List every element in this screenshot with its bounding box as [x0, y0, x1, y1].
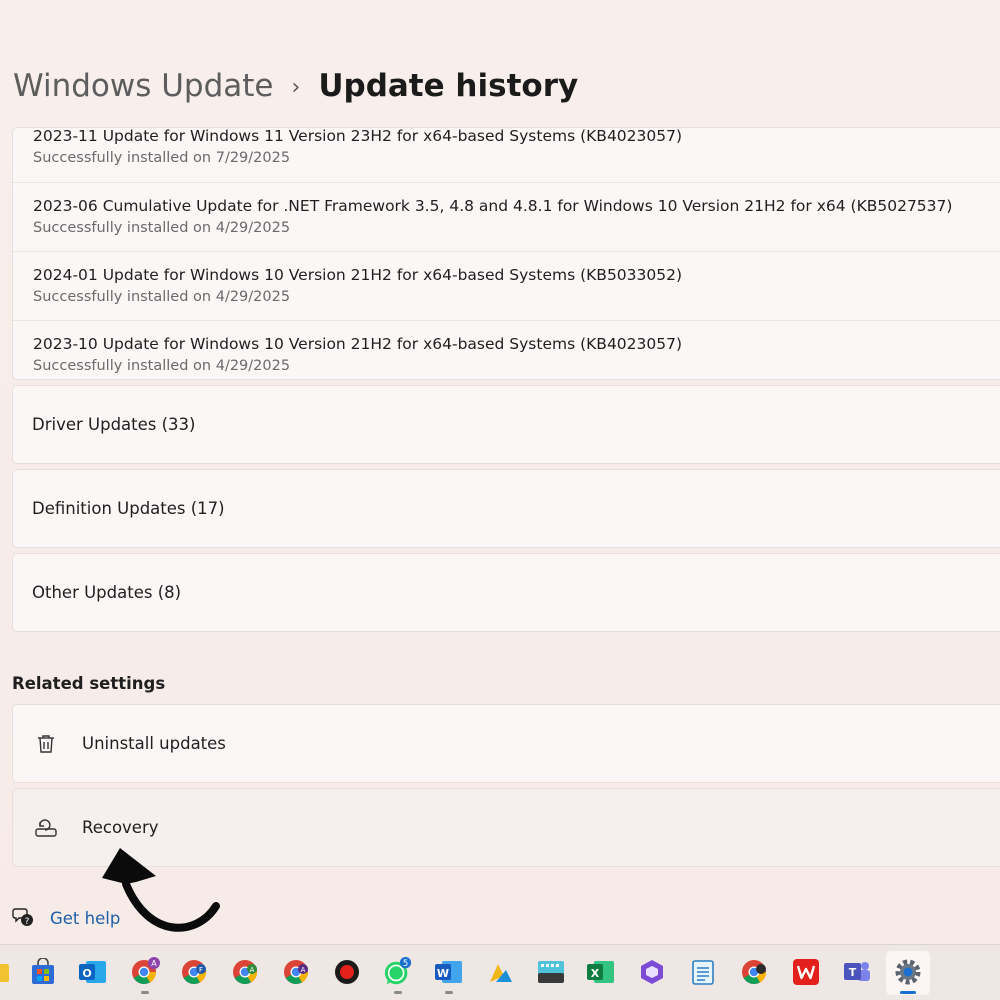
svg-text:X: X	[591, 967, 600, 980]
driver-updates-expander[interactable]: Driver Updates (33)	[12, 385, 1000, 464]
history-item[interactable]: 2023-11 Update for Windows 11 Version 23…	[13, 127, 1000, 182]
definition-updates-expander[interactable]: Definition Updates (17)	[12, 469, 1000, 548]
svg-text:W: W	[437, 967, 449, 980]
other-updates-expander[interactable]: Other Updates (8)	[12, 553, 1000, 632]
running-indicator	[394, 991, 402, 994]
file-explorer-icon[interactable]	[0, 957, 12, 987]
uninstall-updates-label: Uninstall updates	[82, 734, 226, 753]
breadcrumb: Windows Update › Update history	[13, 68, 578, 104]
screen-recorder-icon[interactable]	[332, 957, 362, 987]
touch-keyboard-icon[interactable]	[536, 957, 566, 987]
photos-icon[interactable]	[485, 957, 515, 987]
history-item[interactable]: 2023-06 Cumulative Update for .NET Frame…	[13, 182, 1000, 251]
profile-badge: F	[199, 966, 203, 974]
page-title: Update history	[318, 68, 579, 104]
main-content: 2023-11 Update for Windows 11 Version 23…	[12, 127, 1000, 867]
active-app-indicator	[900, 991, 916, 994]
profile-badge: A	[151, 959, 157, 968]
driver-updates-label: Driver Updates (33)	[32, 415, 196, 434]
update-status: Successfully installed on 4/29/2025	[33, 289, 291, 305]
history-item[interactable]: 2023-10 Update for Windows 10 Version 21…	[13, 320, 1000, 379]
update-title: 2023-06 Cumulative Update for .NET Frame…	[33, 197, 953, 215]
related-settings-heading: Related settings	[12, 674, 166, 693]
breadcrumb-windows-update[interactable]: Windows Update	[13, 68, 274, 104]
outlook-icon[interactable]: O	[78, 957, 108, 987]
definition-updates-label: Definition Updates (17)	[32, 499, 225, 518]
history-item[interactable]: 2024-01 Update for Windows 10 Version 21…	[13, 251, 1000, 320]
update-title: 2024-01 Update for Windows 10 Version 21…	[33, 266, 683, 284]
taskbar: O A F A A 5 W X T	[0, 944, 1000, 1000]
chrome-profile-icon[interactable]: A	[231, 957, 261, 987]
recovery-icon	[34, 816, 58, 840]
svg-text:O: O	[82, 967, 91, 980]
microsoft-store-icon[interactable]	[28, 957, 58, 987]
excel-icon[interactable]: X	[586, 957, 616, 987]
chrome-icon[interactable]: A	[130, 957, 160, 987]
other-updates-label: Other Updates (8)	[32, 583, 182, 602]
profile-badge: A	[250, 966, 255, 974]
get-help-label: Get help	[50, 908, 121, 928]
notepad-icon[interactable]	[688, 957, 718, 987]
get-help-link[interactable]: ? Get help	[12, 905, 120, 931]
help-icon: ?	[12, 905, 34, 931]
copilot-icon[interactable]	[637, 957, 667, 987]
whatsapp-icon[interactable]: 5	[383, 957, 413, 987]
notification-badge: 5	[403, 958, 408, 968]
update-title: 2023-11 Update for Windows 11 Version 23…	[33, 127, 683, 145]
recovery-label: Recovery	[82, 818, 159, 837]
chrome-profile-icon[interactable]: A	[282, 957, 312, 987]
wps-office-icon[interactable]	[791, 957, 821, 987]
trash-icon	[34, 732, 58, 756]
quality-updates-list[interactable]: 2023-11 Update for Windows 11 Version 23…	[12, 127, 1000, 380]
update-title: 2023-10 Update for Windows 10 Version 21…	[33, 335, 683, 353]
chrome-profile-icon[interactable]: F	[180, 957, 210, 987]
chrome-profile-icon[interactable]	[740, 957, 770, 987]
settings-gear-icon[interactable]	[893, 957, 923, 987]
breadcrumb-separator: ›	[291, 74, 301, 100]
update-status: Successfully installed on 4/29/2025	[33, 358, 291, 374]
update-status: Successfully installed on 4/29/2025	[33, 220, 291, 236]
word-icon[interactable]: W	[434, 957, 464, 987]
profile-badge: A	[301, 966, 306, 974]
update-status: Successfully installed on 7/29/2025	[33, 150, 291, 166]
running-indicator	[141, 991, 149, 994]
running-indicator	[445, 991, 453, 994]
svg-text:?: ?	[25, 917, 30, 927]
uninstall-updates-button[interactable]: Uninstall updates	[12, 704, 1000, 783]
teams-icon[interactable]: T	[842, 957, 872, 987]
svg-text:T: T	[849, 966, 857, 979]
